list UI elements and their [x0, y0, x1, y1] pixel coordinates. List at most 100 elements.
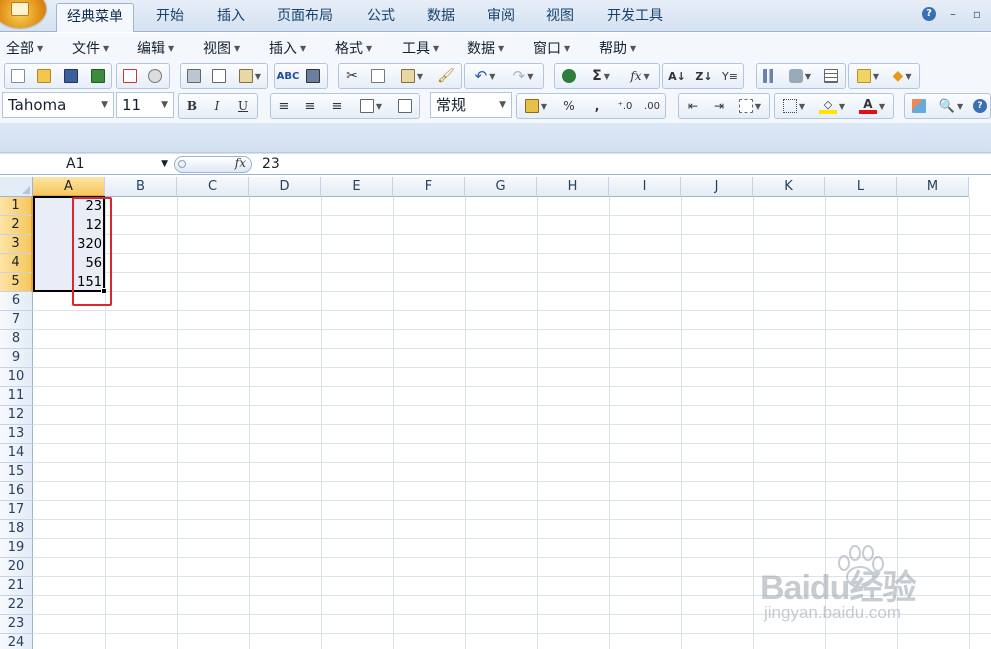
permission-icon[interactable]: [119, 65, 141, 87]
menu-help[interactable]: 帮助 ▼: [599, 38, 636, 58]
decrease-decimal-button[interactable]: .00: [640, 95, 664, 117]
cut-icon[interactable]: ✂: [341, 65, 363, 87]
menu-tools[interactable]: 工具 ▼: [402, 38, 439, 58]
tab-classic-menu[interactable]: 经典菜单: [56, 3, 134, 32]
insert-function-button[interactable]: fx ▼: [622, 65, 658, 87]
row-header-7[interactable]: 7: [0, 311, 33, 330]
column-header-m[interactable]: M: [897, 177, 969, 197]
row-header-10[interactable]: 10: [0, 368, 33, 387]
styles-icon[interactable]: [907, 95, 931, 117]
column-header-h[interactable]: H: [537, 177, 609, 197]
column-header-b[interactable]: B: [105, 177, 177, 197]
merge-center-icon[interactable]: ▼: [353, 95, 389, 117]
copy-icon[interactable]: [367, 65, 389, 87]
menu-insert[interactable]: 插入 ▼: [269, 38, 306, 58]
spelling-icon[interactable]: ABC: [277, 65, 300, 87]
insert-function-icon[interactable]: fx: [235, 156, 246, 170]
open-folder-icon[interactable]: [33, 65, 55, 87]
paste-icon[interactable]: ▼: [394, 65, 430, 87]
column-header-a[interactable]: A: [33, 177, 105, 197]
filter-icon[interactable]: Y≡: [719, 65, 741, 87]
bold-button[interactable]: B: [181, 95, 203, 117]
row-header-8[interactable]: 8: [0, 330, 33, 349]
row-header-21[interactable]: 21: [0, 577, 33, 596]
column-header-f[interactable]: F: [393, 177, 465, 197]
font-color-icon[interactable]: A ▼: [853, 95, 891, 117]
row-header-4[interactable]: 4: [0, 254, 33, 273]
help-icon[interactable]: ?: [922, 7, 936, 21]
office-button[interactable]: [0, 0, 46, 28]
find-icon[interactable]: 🔍 ▼: [934, 95, 968, 117]
undo-icon[interactable]: ↶ ▼: [467, 65, 503, 87]
chart-icon[interactable]: [759, 65, 781, 87]
hyperlink-icon[interactable]: [557, 65, 581, 87]
tab-data[interactable]: 数据: [417, 3, 465, 32]
select-all-button[interactable]: [0, 177, 33, 197]
row-header-16[interactable]: 16: [0, 482, 33, 501]
folder-icon[interactable]: ▼: [851, 65, 885, 87]
row-header-3[interactable]: 3: [0, 235, 33, 254]
row-header-14[interactable]: 14: [0, 444, 33, 463]
sort-ascending-icon[interactable]: A↓: [665, 65, 689, 87]
tab-developer[interactable]: 开发工具: [597, 3, 673, 32]
increase-decimal-button[interactable]: ⁺.0: [613, 95, 637, 117]
row-header-22[interactable]: 22: [0, 596, 33, 615]
font-name-combo[interactable]: Tahoma ▼: [2, 92, 114, 118]
column-header-c[interactable]: C: [177, 177, 249, 197]
row-header-15[interactable]: 15: [0, 463, 33, 482]
column-header-i[interactable]: I: [609, 177, 681, 197]
menu-data[interactable]: 数据 ▼: [467, 38, 504, 58]
menu-format[interactable]: 格式 ▼: [335, 38, 372, 58]
row-header-20[interactable]: 20: [0, 558, 33, 577]
align-center-icon[interactable]: ≡: [299, 95, 321, 117]
column-header-d[interactable]: D: [249, 177, 321, 197]
tab-review[interactable]: 审阅: [477, 3, 525, 32]
row-header-5[interactable]: 5: [0, 273, 33, 292]
align-left-icon[interactable]: ≡: [273, 95, 295, 117]
new-file-icon[interactable]: [7, 65, 29, 87]
help-small-icon[interactable]: ?: [970, 95, 990, 117]
tab-home[interactable]: 开始: [146, 3, 194, 32]
underline-button[interactable]: U: [232, 95, 254, 117]
column-header-e[interactable]: E: [321, 177, 393, 197]
autosum-button[interactable]: Σ ▼: [584, 65, 618, 87]
row-header-13[interactable]: 13: [0, 425, 33, 444]
excel-export-icon[interactable]: [87, 65, 109, 87]
row-header-1[interactable]: 1: [0, 197, 33, 216]
save-icon[interactable]: [60, 65, 82, 87]
formula-bar-handle-icon[interactable]: [178, 160, 186, 168]
row-header-6[interactable]: 6: [0, 292, 33, 311]
fill-color-icon[interactable]: ◇ ▼: [813, 95, 851, 117]
wrap-text-icon[interactable]: [393, 95, 417, 117]
format-painter-icon[interactable]: 🖌: [434, 65, 458, 87]
currency-icon[interactable]: ▼: [519, 95, 553, 117]
name-box[interactable]: A1 ▼: [0, 154, 172, 175]
menu-view[interactable]: 视图 ▼: [203, 38, 240, 58]
row-header-19[interactable]: 19: [0, 539, 33, 558]
column-header-j[interactable]: J: [681, 177, 753, 197]
column-header-g[interactable]: G: [465, 177, 537, 197]
increase-indent-icon[interactable]: ⇥: [707, 95, 731, 117]
sort-descending-icon[interactable]: Z↓: [692, 65, 716, 87]
formula-input[interactable]: 23: [262, 154, 280, 174]
percent-button[interactable]: %: [557, 95, 581, 117]
tab-formulas[interactable]: 公式: [357, 3, 405, 32]
table-grid-icon[interactable]: [820, 65, 842, 87]
row-header-23[interactable]: 23: [0, 615, 33, 634]
research-icon[interactable]: [302, 65, 324, 87]
tab-insert[interactable]: 插入: [207, 3, 255, 32]
security-icon[interactable]: ◆ ▼: [886, 65, 918, 87]
shapes-icon[interactable]: ▼: [784, 65, 816, 87]
menu-edit[interactable]: 编辑 ▼: [137, 38, 174, 58]
menu-window[interactable]: 窗口 ▼: [533, 38, 570, 58]
print-preview-icon[interactable]: [208, 65, 230, 87]
tab-view[interactable]: 视图: [536, 3, 584, 32]
menu-all[interactable]: 全部 ▼: [6, 38, 43, 58]
column-header-l[interactable]: L: [825, 177, 897, 197]
cell-style-icon[interactable]: ▼: [733, 95, 767, 117]
comma-style-button[interactable]: ,: [585, 95, 609, 117]
row-header-12[interactable]: 12: [0, 406, 33, 425]
row-header-9[interactable]: 9: [0, 349, 33, 368]
print-icon[interactable]: [183, 65, 205, 87]
row-header-18[interactable]: 18: [0, 520, 33, 539]
